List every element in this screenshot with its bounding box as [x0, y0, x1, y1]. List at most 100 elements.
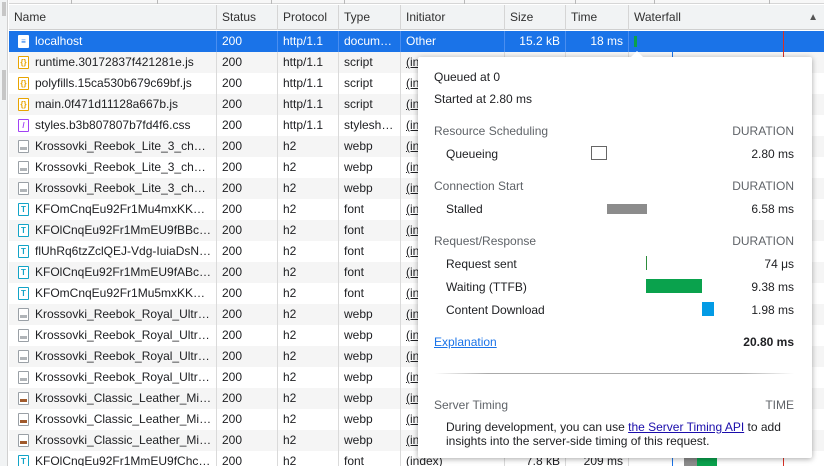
protocol-text: h2 [283, 286, 297, 300]
cell-status: 200 [217, 115, 278, 136]
time-label: TIME [765, 398, 794, 412]
cell-name: Krossovki_Reebok_Royal_Ultr… [9, 346, 217, 367]
cell-protocol: http/1.1 [278, 31, 339, 52]
column-header-status[interactable]: Status [217, 5, 278, 30]
cell-name: TflUhRq6tzZclQEJ-Vdg-IuiaDsN… [9, 241, 217, 262]
cell-type: webp [339, 304, 401, 325]
cell-initiator: Other [401, 31, 505, 52]
cell-type: webp [339, 346, 401, 367]
protocol-text: h2 [283, 433, 297, 447]
explanation-link[interactable]: Explanation [434, 335, 497, 349]
cell-name: T KFOlCnqEu92Fr1MmEU9fBBc… [9, 220, 217, 241]
script-icon: {} [18, 56, 29, 69]
name-text: main.0f471d11128a667b.js [35, 97, 179, 111]
cell-protocol: h2 [278, 367, 339, 388]
cell-name: Krossovki_Classic_Leather_Mi… [9, 388, 217, 409]
server-timing-text: During development, you can use the Serv… [446, 420, 794, 448]
image-icon [18, 329, 29, 342]
cell-name: Krossovki_Reebok_Royal_Ultr… [9, 304, 217, 325]
timeline-marker [271, 0, 272, 4]
cell-type: script [339, 52, 401, 73]
name-text: Krossovki_Reebok_Lite_3_ch… [35, 181, 206, 195]
name-text: flUhRq6tzZclQEJ-Vdg-IuiaDsN… [35, 244, 212, 258]
popover-caret [631, 51, 643, 57]
stalled-bar [607, 204, 647, 214]
timeline-marker [157, 0, 158, 4]
cell-protocol: h2 [278, 388, 339, 409]
status-text: 200 [222, 97, 243, 111]
cell-protocol: h2 [278, 409, 339, 430]
cell-protocol: h2 [278, 346, 339, 367]
initiator-text: Other [406, 34, 437, 48]
table-row[interactable]: ≡ localhost 200 http/1.1 docum… Other 15.2 kB 1… [9, 31, 824, 52]
cell-status: 200 [217, 409, 278, 430]
column-header-initiator[interactable]: Initiator [401, 5, 505, 30]
name-text: KFOlCnqEu92Fr1MmEU9fBBc… [35, 223, 212, 237]
timeline-marker [464, 0, 465, 4]
type-text: webp [344, 328, 373, 342]
content-download-row: Content Download 1.98 ms [446, 303, 794, 317]
content-download-label: Content Download [446, 303, 545, 317]
waiting-label: Waiting (TTFB) [446, 280, 527, 294]
request-sent-label: Request sent [446, 257, 517, 271]
cell-protocol: h2 [278, 241, 339, 262]
cell-name: Krossovki_Reebok_Lite_3_ch… [9, 178, 217, 199]
protocol-text: http/1.1 [283, 76, 324, 90]
column-header-waterfall[interactable]: Waterfall ▲ [629, 5, 824, 30]
server-timing-api-link[interactable]: the Server Timing API [628, 420, 744, 434]
column-header-size[interactable]: Size [505, 5, 566, 30]
image-icon [18, 371, 29, 384]
cell-name: Krossovki_Classic_Leather_Mi… [9, 409, 217, 430]
column-header-time[interactable]: Time [566, 5, 629, 30]
type-text: stylesh… [344, 118, 394, 132]
name-text: Krossovki_Reebok_Lite_3_ch… [35, 139, 206, 153]
type-text: webp [344, 139, 373, 153]
server-timing-header: Server Timing TIME [434, 398, 794, 412]
status-text: 200 [222, 76, 243, 90]
cell-name: T KFOlCnqEu92Fr1MmEU9fABc… [9, 262, 217, 283]
type-text: webp [344, 433, 373, 447]
name-text: localhost [35, 34, 83, 48]
image-icon [18, 413, 29, 426]
status-text: 200 [222, 160, 243, 174]
image-icon [18, 308, 29, 321]
column-header-type[interactable]: Type [339, 5, 401, 30]
protocol-text: h2 [283, 160, 297, 174]
type-text: font [344, 244, 365, 258]
explanation-row: Explanation 20.80 ms [434, 335, 794, 349]
overview-timeline-strip[interactable] [9, 0, 824, 4]
column-header-name[interactable]: Name [9, 5, 217, 30]
cell-status: 200 [217, 136, 278, 157]
protocol-text: h2 [283, 370, 297, 384]
cell-protocol: h2 [278, 262, 339, 283]
cell-type: webp [339, 367, 401, 388]
cell-type: font [339, 199, 401, 220]
column-header-protocol[interactable]: Protocol [278, 5, 339, 30]
status-text: 200 [222, 34, 243, 48]
document-icon: ≡ [18, 35, 29, 48]
protocol-text: h2 [283, 265, 297, 279]
cell-status: 200 [217, 220, 278, 241]
section-title: Connection Start [434, 179, 524, 193]
server-timing-text-before: During development, you can use [446, 420, 629, 434]
status-text: 200 [222, 328, 243, 342]
name-text: Krossovki_Reebok_Royal_Ultr… [35, 370, 210, 384]
status-text: 200 [222, 118, 243, 132]
name-text: runtime.30172837f421281e.js [35, 55, 194, 69]
cell-status: 200 [217, 283, 278, 304]
stylesheet-icon: / [18, 119, 29, 132]
server-timing-text-after: to add [744, 420, 781, 434]
timeline-marker [575, 0, 576, 4]
image-icon [18, 392, 29, 405]
name-text: Krossovki_Classic_Leather_Mi… [35, 391, 212, 405]
cell-status: 200 [217, 178, 278, 199]
sort-ascending-icon[interactable]: ▲ [808, 5, 818, 30]
status-text: 200 [222, 139, 243, 153]
resource-scheduling-header: Resource Scheduling DURATION [434, 124, 794, 138]
cell-status: 200 [217, 241, 278, 262]
status-text: 200 [222, 244, 243, 258]
cell-type: font [339, 241, 401, 262]
status-text: 200 [222, 223, 243, 237]
type-text: script [344, 55, 373, 69]
dom-content-loaded-line [672, 31, 673, 52]
